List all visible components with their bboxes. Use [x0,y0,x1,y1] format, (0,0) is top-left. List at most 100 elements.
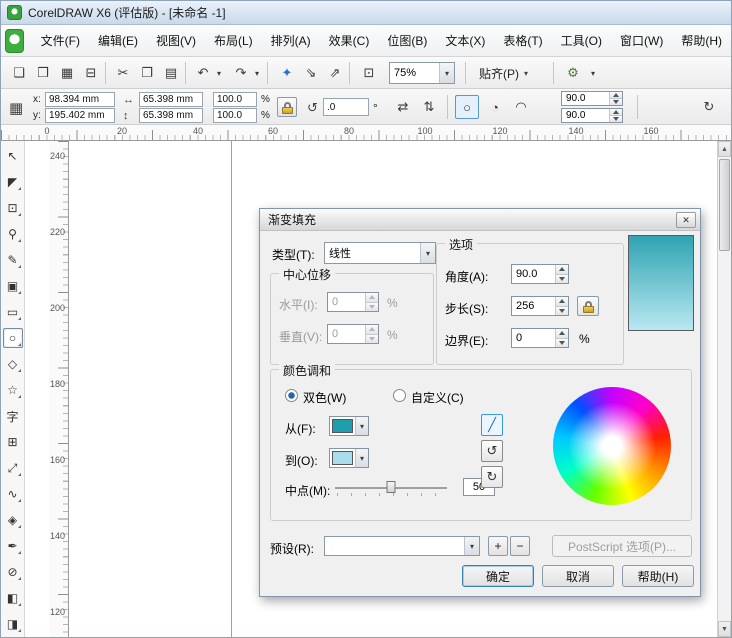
menu-item-file[interactable]: 文件(F) [32,28,89,53]
print-button[interactable]: ⊟ [79,61,103,85]
edge-spinner[interactable]: 0 [511,328,569,348]
dialog-titlebar[interactable]: 渐变填充 ✕ [260,209,700,231]
menu-item-edit[interactable]: 编辑(E) [89,28,147,53]
zoom-level-select[interactable]: 75% ▾ [389,62,455,84]
ellipse-mode-button[interactable]: ○ [455,95,479,119]
tool-interactive-fill[interactable]: ◨ [3,614,23,634]
scroll-down-button[interactable]: ▼ [718,621,731,637]
menu-item-arrange[interactable]: 排列(A) [262,28,320,53]
x-position-input[interactable] [45,92,115,107]
save-button[interactable]: ▦ [55,61,79,85]
import-button[interactable]: ⇘ [299,61,323,85]
redo-button[interactable]: ↷ [229,61,253,85]
menu-item-window[interactable]: 窗口(W) [611,28,672,53]
tool-text[interactable]: 字 [3,406,23,426]
tool-pick[interactable]: ↖ [3,146,23,166]
steps-spinner[interactable]: 256 [511,296,569,316]
presets-select[interactable]: ▾ [324,536,480,556]
tool-ellipse[interactable]: ○ [2,328,23,348]
redo-dropdown-button[interactable]: ▾ [251,61,263,85]
slider-thumb[interactable] [386,481,396,493]
tool-crop[interactable]: ⊡ [3,198,23,218]
vertical-scrollbar[interactable]: ▲ ▼ [717,141,731,637]
vertical-spinner[interactable]: 0 [327,324,379,344]
spinner-up-button[interactable] [365,325,378,334]
tool-polygon[interactable]: ◇ [3,354,23,374]
tool-shape[interactable]: ◤ [3,172,23,192]
mirror-vertical-button[interactable]: ⇅ [417,95,441,119]
object-height-input[interactable] [139,108,203,123]
cancel-button[interactable]: 取消 [542,565,614,587]
tool-eyedropper[interactable]: ✒ [3,536,23,556]
spinner-down-button[interactable] [609,98,622,105]
chevron-down-icon[interactable]: ▾ [420,243,435,263]
snap-to-button[interactable]: 贴齐(P) ▾ [473,62,534,84]
spinner-down-button[interactable] [555,337,568,347]
ok-button[interactable]: 确定 [462,565,534,587]
menu-item-table[interactable]: 表格(T) [494,28,551,53]
from-color-swatch[interactable] [332,419,353,433]
export-button[interactable]: ⇗ [323,61,347,85]
spinner-down-button[interactable] [365,333,378,343]
add-preset-button[interactable]: + [488,536,508,556]
tool-table[interactable]: ⊞ [3,432,23,452]
chevron-down-icon[interactable]: ▾ [439,63,454,83]
menu-item-effects[interactable]: 效果(C) [320,28,379,53]
chevron-down-icon[interactable]: ▾ [464,537,479,555]
undo-button[interactable]: ↶ [191,61,215,85]
dialog-close-button[interactable]: ✕ [676,212,696,228]
toolbar-overflow-button[interactable]: ▾ [587,61,599,85]
midpoint-slider[interactable] [335,480,447,496]
help-button[interactable]: 帮助(H) [622,565,694,587]
tool-fill[interactable]: ◧ [3,588,23,608]
spinner-up-button[interactable] [555,265,568,274]
counterclockwise-path-button[interactable]: ↺ [481,440,503,462]
undo-dropdown-button[interactable]: ▾ [213,61,225,85]
direct-path-button[interactable]: ╱ [481,414,503,436]
tool-dimension[interactable]: ⤢ [3,458,23,478]
arc-mode-button[interactable]: ◠ [509,95,533,119]
steps-lock-button[interactable] [577,296,599,316]
menu-item-layout[interactable]: 布局(L) [205,28,262,53]
custom-radio[interactable] [393,389,406,402]
change-direction-button[interactable]: ↻ [697,95,721,119]
tool-rectangle[interactable]: ▭ [3,302,23,322]
to-color-picker[interactable]: ▾ [329,448,369,468]
spinner-up-button[interactable] [555,329,568,338]
fullscreen-preview-button[interactable]: ⊡ [357,61,381,85]
horizontal-spinner[interactable]: 0 [327,292,379,312]
arc-start-angle-spinner[interactable]: 90.0 [561,91,623,106]
chevron-down-icon[interactable]: ▾ [355,449,368,467]
cut-button[interactable]: ✂ [111,61,135,85]
gradient-type-select[interactable]: 线性 ▾ [324,242,436,264]
spinner-down-button[interactable] [365,301,378,311]
postscript-options-button[interactable]: PostScript 选项(P)... [552,535,692,557]
tool-connector[interactable]: ∿ [3,484,23,504]
new-button[interactable]: ❏ [7,61,31,85]
lock-ratio-button[interactable] [277,97,297,117]
spinner-down-button[interactable] [609,115,622,122]
tool-blend[interactable]: ◈ [3,510,23,530]
tool-zoom[interactable]: ⚲ [3,224,23,244]
menu-item-view[interactable]: 视图(V) [147,28,205,53]
copy-button[interactable]: ❐ [135,61,159,85]
spinner-down-button[interactable] [555,273,568,283]
chevron-down-icon[interactable]: ▾ [355,417,368,435]
spinner-down-button[interactable] [555,305,568,315]
mirror-horizontal-button[interactable]: ⇄ [391,95,415,119]
spinner-up-button[interactable] [365,293,378,302]
options-button[interactable]: ⚙ [561,61,585,85]
menu-item-help[interactable]: 帮助(H) [672,28,731,53]
spinner-up-button[interactable] [555,297,568,306]
tool-basic-shapes[interactable]: ☆ [3,380,23,400]
two-color-radio[interactable] [285,389,298,402]
open-button[interactable]: ❒ [31,61,55,85]
application-launcher-button[interactable]: ✦ [275,61,299,85]
tool-smart-fill[interactable]: ▣ [3,276,23,296]
menu-item-tools[interactable]: 工具(O) [552,28,611,53]
from-color-picker[interactable]: ▾ [329,416,369,436]
tool-freehand[interactable]: ✎ [3,250,23,270]
y-position-input[interactable] [45,108,115,123]
pie-mode-button[interactable]: ◔ [483,95,507,119]
remove-preset-button[interactable]: − [510,536,530,556]
